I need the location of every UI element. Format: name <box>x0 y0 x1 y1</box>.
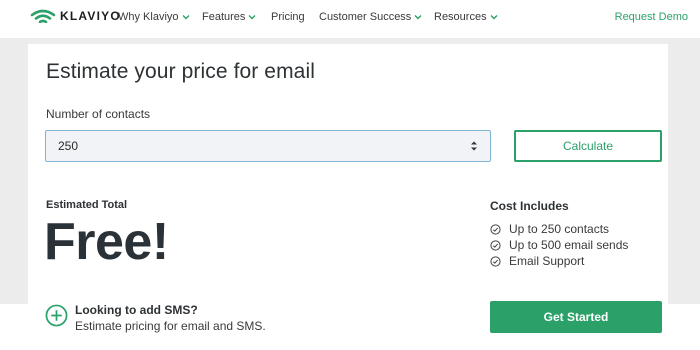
cost-includes-list: Up to 250 contacts Up to 500 email sends… <box>490 221 628 269</box>
nav-item-resources[interactable]: Resources <box>434 11 498 23</box>
contacts-select-value: 250 <box>58 139 79 153</box>
list-item: Up to 250 contacts <box>490 221 628 237</box>
nav-item-pricing[interactable]: Pricing <box>271 11 305 23</box>
price-estimator-card: Estimate your price for email Number of … <box>28 44 668 304</box>
nav-item-why-klaviyo[interactable]: Why Klaviyo <box>118 11 190 23</box>
chevron-down-icon <box>490 14 498 19</box>
contacts-label: Number of contacts <box>46 107 151 121</box>
plus-circle-icon[interactable] <box>45 304 68 327</box>
chevron-down-icon <box>182 14 190 19</box>
nav-item-customer-success[interactable]: Customer Success <box>319 11 422 23</box>
contacts-select[interactable]: 250 <box>45 130 491 162</box>
estimated-total-value: Free! <box>44 213 169 271</box>
nav-item-label: Features <box>202 11 246 23</box>
page-title: Estimate your price for email <box>46 60 315 83</box>
request-demo-link[interactable]: Request Demo <box>615 11 688 23</box>
cost-includes-label: Cost Includes <box>490 199 569 213</box>
sms-subtitle: Estimate pricing for email and SMS. <box>75 319 266 333</box>
get-started-button[interactable]: Get Started <box>490 301 662 333</box>
check-circle-icon <box>490 239 501 251</box>
klaviyo-logo-icon <box>30 9 56 23</box>
estimated-total-label: Estimated Total <box>46 199 128 211</box>
select-arrows-icon <box>471 141 477 151</box>
list-item: Up to 500 email sends <box>490 237 628 253</box>
check-circle-icon <box>490 255 501 267</box>
list-item: Email Support <box>490 253 628 269</box>
check-circle-icon <box>490 223 501 235</box>
cost-item-label: Up to 250 contacts <box>509 222 610 236</box>
nav-item-features[interactable]: Features <box>202 11 256 23</box>
brand-name: KLAVIYO <box>60 9 121 23</box>
nav-item-label: Why Klaviyo <box>118 11 179 23</box>
calculate-button[interactable]: Calculate <box>514 130 662 162</box>
top-nav: KLAVIYO Why Klaviyo Features Pricing Cus… <box>0 0 700 38</box>
nav-item-label: Pricing <box>271 11 305 23</box>
nav-item-label: Customer Success <box>319 11 412 23</box>
nav-item-label: Resources <box>434 11 487 23</box>
chevron-down-icon <box>414 14 422 19</box>
logo[interactable]: KLAVIYO <box>30 9 121 23</box>
cost-item-label: Email Support <box>509 254 585 268</box>
sms-title: Looking to add SMS? <box>75 303 198 317</box>
chevron-down-icon <box>248 14 256 19</box>
cost-item-label: Up to 500 email sends <box>509 238 629 252</box>
